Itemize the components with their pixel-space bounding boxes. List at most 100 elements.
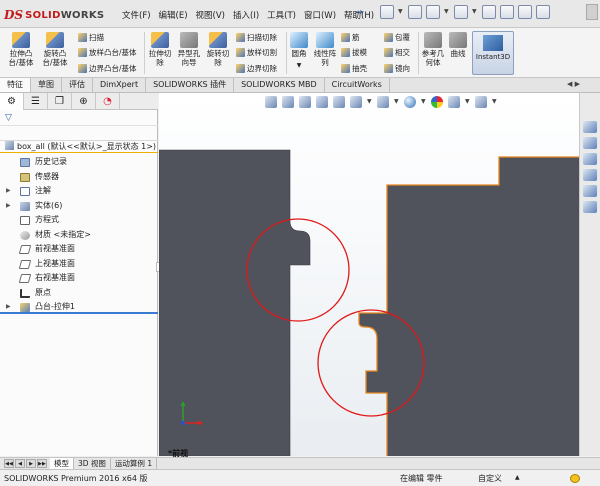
menu-insert[interactable]: 插入(I) bbox=[229, 9, 263, 21]
menu-file[interactable]: 文件(F) bbox=[118, 9, 155, 21]
save-icon[interactable] bbox=[426, 5, 440, 19]
display-style-icon[interactable] bbox=[377, 96, 389, 108]
tab-scroll-arrows[interactable]: ◀ ▶ bbox=[567, 80, 580, 88]
chevron-down-icon[interactable]: ▼ bbox=[472, 5, 478, 19]
tab-3d-views[interactable]: 3D 视图 bbox=[74, 458, 111, 469]
feature-tree-root[interactable]: box_all (默认<<默认>_显示状态 1>) bbox=[0, 140, 158, 153]
previous-view-icon[interactable] bbox=[299, 96, 311, 108]
menu-window[interactable]: 窗口(W) bbox=[300, 9, 340, 21]
view-settings-icon[interactable] bbox=[475, 96, 487, 108]
tree-item-right-plane[interactable]: 右视基准面 bbox=[0, 271, 158, 286]
chevron-down-icon[interactable]: ▼ bbox=[444, 5, 450, 19]
tree-item-annotations[interactable]: ▶ 注解 bbox=[0, 184, 158, 199]
draft-button[interactable]: 拔模 bbox=[341, 47, 367, 58]
mirror-button[interactable]: 镜向 bbox=[384, 63, 410, 74]
tab-evaluate[interactable]: 评估 bbox=[62, 78, 93, 92]
section-view-icon[interactable] bbox=[316, 96, 328, 108]
linear-pattern-button[interactable]: 线性阵 列 bbox=[312, 32, 338, 67]
tab-features[interactable]: 特征 bbox=[0, 78, 31, 92]
design-library-icon[interactable] bbox=[583, 137, 597, 149]
intersect-button[interactable]: 相交 bbox=[384, 47, 410, 58]
chevron-up-icon[interactable]: ▲ bbox=[515, 474, 520, 481]
tree-item-origin[interactable]: 原点 bbox=[0, 286, 158, 301]
extrude-boss-button[interactable]: 拉伸凸 台/基体 bbox=[6, 32, 36, 67]
tree-item-top-plane[interactable]: 上视基准面 bbox=[0, 257, 158, 272]
loft-boss-button[interactable]: 放样凸台/基体 bbox=[78, 47, 137, 58]
chevron-down-icon[interactable]: ▼ bbox=[367, 96, 372, 108]
revolve-cut-button[interactable]: 旋转切 除 bbox=[205, 32, 231, 67]
hide-show-items-icon[interactable] bbox=[404, 96, 416, 108]
file-explorer-icon[interactable] bbox=[583, 153, 597, 165]
lofted-cut-button[interactable]: 放样切割 bbox=[236, 47, 277, 58]
extrude-cut-button[interactable]: 拉伸切 除 bbox=[147, 32, 173, 67]
display-manager-tab-icon[interactable]: ◔ bbox=[96, 93, 120, 110]
sweep-button[interactable]: 扫描 bbox=[78, 32, 104, 43]
property-manager-tab-icon[interactable]: ☰ bbox=[24, 93, 48, 110]
prev-tab-icon[interactable]: ◀ bbox=[15, 459, 25, 468]
tree-item-sensors[interactable]: 传感器 bbox=[0, 170, 158, 185]
edit-appearance-icon[interactable] bbox=[431, 96, 443, 108]
tab-dimxpert[interactable]: DimXpert bbox=[93, 78, 147, 92]
window-control[interactable] bbox=[586, 4, 598, 20]
revolve-boss-button[interactable]: 旋转凸 台/基体 bbox=[40, 32, 70, 67]
solidworks-resources-icon[interactable] bbox=[583, 121, 597, 133]
instant3d-button[interactable]: Instant3D bbox=[472, 31, 514, 75]
tree-item-material[interactable]: 材质 <未指定> bbox=[0, 228, 158, 243]
chevron-down-icon[interactable]: ▼ bbox=[288, 61, 310, 70]
tab-circuitworks[interactable]: CircuitWorks bbox=[325, 78, 390, 92]
dimxpert-manager-tab-icon[interactable]: ⊕ bbox=[72, 93, 96, 110]
chevron-down-icon[interactable]: ▼ bbox=[394, 96, 399, 108]
configuration-manager-tab-icon[interactable]: ❐ bbox=[48, 93, 72, 110]
tab-mbd[interactable]: SOLIDWORKS MBD bbox=[234, 78, 325, 92]
tree-item-front-plane[interactable]: 前视基准面 bbox=[0, 242, 158, 257]
options-gear-icon[interactable] bbox=[536, 5, 550, 19]
filter-icon[interactable]: ▽ bbox=[5, 113, 15, 123]
fillet-button[interactable]: 圆角 ▼ bbox=[288, 32, 310, 70]
rib-button[interactable]: 筋 bbox=[341, 32, 360, 43]
view-palette-icon[interactable] bbox=[583, 169, 597, 181]
tab-model[interactable]: 模型 bbox=[50, 458, 74, 469]
curves-button[interactable]: 曲线 bbox=[447, 32, 469, 58]
tab-sketch[interactable]: 草图 bbox=[31, 78, 62, 92]
view-orientation-icon[interactable] bbox=[350, 96, 362, 108]
new-document-icon[interactable] bbox=[380, 5, 394, 19]
chevron-down-icon[interactable]: ▼ bbox=[398, 5, 404, 19]
appearances-icon[interactable] bbox=[583, 185, 597, 197]
expand-arrow-icon[interactable]: ▶ bbox=[6, 199, 11, 213]
boundary-boss-button[interactable]: 边界凸台/基体 bbox=[78, 63, 137, 74]
rebuild-icon[interactable] bbox=[518, 5, 532, 19]
print-icon[interactable] bbox=[454, 5, 468, 19]
chevron-down-icon[interactable]: ▼ bbox=[421, 96, 426, 108]
reference-geometry-button[interactable]: 参考几 何体 bbox=[420, 32, 446, 67]
pin-menu-icon[interactable]: ➙ bbox=[355, 7, 367, 19]
chevron-down-icon[interactable]: ▼ bbox=[492, 96, 497, 108]
tab-motion-study[interactable]: 运动算例 1 bbox=[111, 458, 158, 469]
menu-tools[interactable]: 工具(T) bbox=[263, 9, 300, 21]
chevron-down-icon[interactable]: ▼ bbox=[465, 96, 470, 108]
zoom-to-area-icon[interactable] bbox=[282, 96, 294, 108]
apply-scene-icon[interactable] bbox=[448, 96, 460, 108]
menu-edit[interactable]: 编辑(E) bbox=[155, 9, 192, 21]
menu-view[interactable]: 视图(V) bbox=[192, 9, 229, 21]
rebuild-status-icon[interactable] bbox=[570, 474, 580, 483]
open-folder-icon[interactable] bbox=[408, 5, 422, 19]
tab-addins[interactable]: SOLIDWORKS 插件 bbox=[146, 78, 235, 92]
feature-tree-tab-icon[interactable]: ⚙ bbox=[0, 93, 24, 110]
swept-cut-button[interactable]: 扫描切除 bbox=[236, 32, 277, 43]
select-arrow-icon[interactable] bbox=[500, 5, 514, 19]
next-tab-icon[interactable]: ▶ bbox=[26, 459, 36, 468]
tree-item-solid-bodies[interactable]: ▶ 实体(6) bbox=[0, 199, 158, 214]
tree-item-equations[interactable]: 方程式 bbox=[0, 213, 158, 228]
undo-icon[interactable] bbox=[482, 5, 496, 19]
expand-arrow-icon[interactable]: ▶ bbox=[6, 184, 11, 198]
tree-item-history[interactable]: 历史记录 bbox=[0, 155, 158, 170]
hole-wizard-button[interactable]: 异型孔 向导 bbox=[174, 32, 204, 67]
custom-properties-icon[interactable] bbox=[583, 201, 597, 213]
last-tab-icon[interactable]: ▶▶ bbox=[37, 459, 47, 468]
graphics-area[interactable] bbox=[159, 93, 579, 456]
shell-button[interactable]: 抽壳 bbox=[341, 63, 367, 74]
zoom-to-fit-icon[interactable] bbox=[265, 96, 277, 108]
units-selector[interactable]: 自定义 bbox=[478, 473, 502, 484]
boundary-cut-button[interactable]: 边界切除 bbox=[236, 63, 277, 74]
dynamic-annotation-icon[interactable] bbox=[333, 96, 345, 108]
